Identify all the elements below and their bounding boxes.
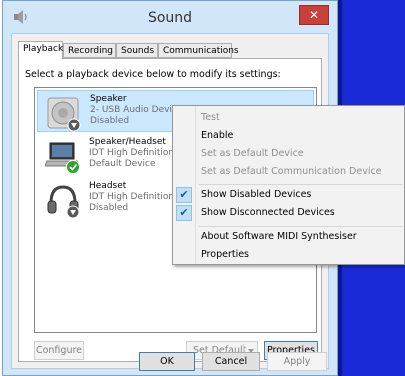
tab-communications[interactable]: Communications [158, 43, 239, 58]
menu-item-label: Set as Default Communication Device [201, 166, 382, 177]
tab-recording[interactable]: Recording [63, 43, 116, 58]
tab-playback[interactable]: Playback [18, 41, 63, 59]
device-text: Speaker 2- USB Audio Device Disabled [90, 94, 182, 127]
menu-item-set-default-communication-device[interactable]: Set as Default Communication Device [173, 163, 404, 181]
checkmark-icon: ✔ [176, 205, 192, 221]
menu-item-show-disconnected-devices[interactable]: ✔ Show Disconnected Devices [173, 204, 404, 222]
speaker-icon [47, 97, 81, 132]
device-status: Disabled [90, 116, 130, 126]
menu-item-label: Enable [201, 130, 234, 141]
menu-item-test[interactable]: Test [173, 109, 404, 127]
menu-item-label: Test [201, 112, 220, 123]
configure-button[interactable]: Configure [34, 341, 84, 360]
menu-item-label: Show Disconnected Devices [201, 207, 335, 218]
menu-item-show-disabled-devices[interactable]: ✔ Show Disabled Devices [173, 186, 404, 204]
menu-item-set-default-device[interactable]: Set as Default Device [173, 145, 404, 163]
cancel-button[interactable]: Cancel [202, 352, 260, 371]
menu-item-enable[interactable]: Enable [173, 127, 404, 145]
menu-item-label: Set as Default Device [201, 148, 304, 159]
tab-sounds[interactable]: Sounds [116, 43, 158, 58]
menu-item-label: Show Disabled Devices [201, 189, 312, 200]
ok-button[interactable]: OK [139, 352, 195, 371]
headset-icon [47, 185, 80, 219]
close-icon: ✕ [308, 8, 320, 22]
instruction-text: Select a playback device below to modify… [25, 69, 281, 80]
window-title: Sound [147, 10, 193, 26]
title-bar[interactable]: Sound ✕ [3, 1, 337, 33]
menu-item-about-midi-synthesiser[interactable]: About Software MIDI Synthesiser [173, 228, 404, 246]
apply-button[interactable]: Apply [267, 352, 327, 371]
device-description: 2- USB Audio Device [90, 105, 183, 115]
menu-separator [199, 184, 403, 185]
checkmark-icon: ✔ [176, 187, 192, 203]
menu-item-label: Properties [201, 249, 250, 260]
laptop-speaker-icon [45, 142, 80, 174]
context-menu: Test Enable Set as Default Device Set as… [172, 105, 405, 265]
menu-separator [199, 226, 403, 227]
close-button[interactable]: ✕ [299, 5, 329, 25]
menu-item-label: About Software MIDI Synthesiser [201, 231, 357, 242]
menu-item-properties[interactable]: Properties [173, 246, 404, 264]
device-name: Speaker [90, 94, 127, 104]
